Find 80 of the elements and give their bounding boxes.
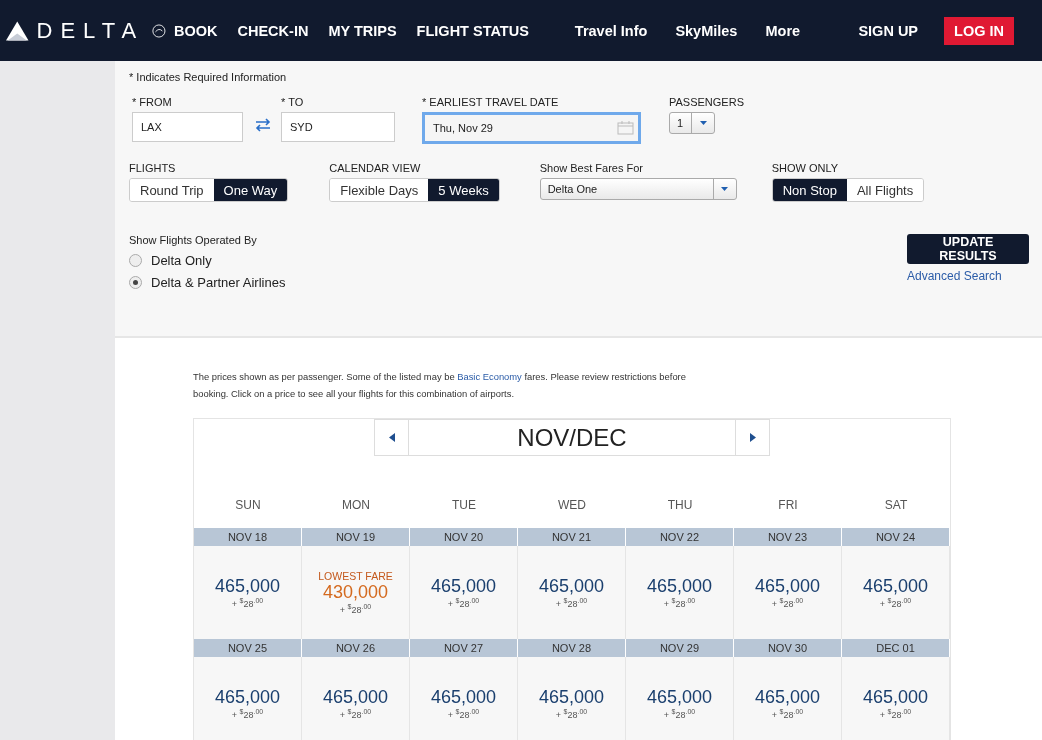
show-only-label: SHOW ONLY: [771, 162, 840, 174]
to-label: * TO: [281, 96, 305, 108]
date-heading: NOV 20: [410, 528, 518, 546]
fare-cell[interactable]: 465,000 + $^{$}$28$^{.00}$: [302, 657, 410, 740]
fare-cell[interactable]: 465,000 + $^{$}$28$^{.00}$: [842, 546, 950, 639]
best-fares-select[interactable]: Delta One: [539, 178, 737, 200]
toggle-option[interactable]: One Way: [213, 179, 288, 201]
date-heading: NOV 27: [410, 639, 518, 657]
fare-cell[interactable]: 465,000 + $^{$}$28$^{.00}$: [518, 546, 626, 639]
fare-cell[interactable]: 465,000 + $^{$}$28$^{.00}$: [734, 657, 842, 740]
date-heading: NOV 28: [518, 639, 626, 657]
right-triangle-icon: [749, 433, 756, 442]
date-heading: NOV 18: [194, 528, 302, 546]
date-heading: NOV 22: [626, 528, 734, 546]
weekday-heading: THU: [666, 498, 694, 512]
toggle-option[interactable]: Non Stop: [772, 179, 847, 201]
toggle-option[interactable]: Flexible Days: [330, 179, 429, 201]
nav-link[interactable]: FLIGHT STATUS: [416, 22, 529, 39]
left-triangle-icon: [388, 433, 395, 442]
weekday-heading: MON: [341, 498, 371, 512]
nav-link[interactable]: SkyMiles: [675, 22, 738, 39]
logo-text: DELTA: [36, 17, 145, 44]
delta-logo-icon: [6, 19, 29, 42]
alliance-emblem-icon: [152, 22, 166, 39]
date-heading: NOV 23: [734, 528, 842, 546]
date-heading: NOV 19: [302, 528, 410, 546]
to-field[interactable]: SYD: [281, 112, 395, 142]
toggle-option[interactable]: Round Trip: [130, 179, 214, 201]
from-label: * FROM: [132, 96, 173, 108]
date-heading: NOV 24: [842, 528, 950, 546]
from-field[interactable]: LAX: [132, 112, 243, 142]
radio-option[interactable]: Delta & Partner Airlines: [129, 275, 286, 290]
fare-cell[interactable]: 465,000 + $^{$}$28$^{.00}$: [194, 546, 302, 639]
required-note: * Indicates Required Information: [129, 71, 288, 83]
fare-cell[interactable]: 465,000 + $^{$}$28$^{.00}$: [410, 546, 518, 639]
update-results-button[interactable]: UPDATE RESULTS: [907, 234, 1029, 264]
fare-notice: The prices shown as per passenger. Some of the listed may be Basic Economy fares. Please review restrictions before booking. Click on a price to see all your flights for this combination of airports.: [193, 370, 687, 401]
flights-label: FLIGHTS: [129, 162, 177, 174]
fare-cell[interactable]: 465,000 + $^{$}$28$^{.00}$: [734, 546, 842, 639]
sign-up-link[interactable]: SIGN UP: [858, 22, 919, 39]
caret-icon: [721, 187, 729, 191]
log-in-button[interactable]: LOG IN: [944, 16, 1014, 45]
weekday-heading: SUN: [234, 498, 262, 512]
fare-cell[interactable]: 465,000 + $^{$}$28$^{.00}$: [194, 657, 302, 740]
advanced-search-link[interactable]: Advanced Search: [907, 269, 1002, 283]
fare-cell[interactable]: 465,000 + $^{$}$28$^{.00}$: [518, 657, 626, 740]
date-heading: NOV 30: [734, 639, 842, 657]
fare-cell[interactable]: 465,000 + $^{$}$28$^{.00}$: [626, 546, 734, 639]
fare-cell[interactable]: LOWEST FARE 430,000 + $^{$}$28$^{.00}$: [302, 546, 410, 639]
nav-link[interactable]: CHECK-IN: [237, 22, 309, 39]
date-heading: NOV 21: [518, 528, 626, 546]
nav-link[interactable]: More: [765, 22, 801, 39]
travel-date-label: * EARLIEST TRAVEL DATE: [422, 96, 560, 108]
passengers-label: PASSENGERS: [669, 96, 744, 108]
weekday-heading: FRI: [777, 498, 799, 512]
toggle-option[interactable]: All Flights: [846, 179, 924, 201]
nav-link[interactable]: MY TRIPS: [328, 22, 397, 39]
date-heading: DEC 01: [842, 639, 950, 657]
best-fares-label: Show Best Fares For: [539, 162, 644, 174]
operated-by-label: Show Flights Operated By: [129, 234, 258, 246]
fare-cell[interactable]: 465,000 + $^{$}$28$^{.00}$: [842, 657, 950, 740]
travel-date-field[interactable]: Thu, Nov 29: [422, 112, 641, 144]
weekday-heading: TUE: [451, 498, 477, 512]
weekday-heading: WED: [557, 498, 587, 512]
fare-cell[interactable]: 465,000 + $^{$}$28$^{.00}$: [410, 657, 518, 740]
caret-icon: [699, 121, 707, 125]
toggle-option[interactable]: 5 Weeks: [428, 179, 499, 201]
radio-option[interactable]: Delta Only: [129, 253, 212, 268]
date-heading: NOV 29: [626, 639, 734, 657]
nav-link[interactable]: Travel Info: [574, 22, 648, 39]
swap-arrows-icon: [255, 118, 271, 132]
basic-economy-link[interactable]: Basic Economy: [457, 371, 522, 382]
weekday-heading: SAT: [883, 498, 909, 512]
fare-cell[interactable]: 465,000 + $^{$}$28$^{.00}$: [626, 657, 734, 740]
date-heading: NOV 25: [194, 639, 302, 657]
calendar-icon: [617, 121, 634, 135]
nav-link[interactable]: BOOK: [174, 22, 218, 39]
date-heading: NOV 26: [302, 639, 410, 657]
calendar-view-label: CALENDAR VIEW: [329, 162, 422, 174]
passengers-select[interactable]: 1: [669, 112, 715, 134]
